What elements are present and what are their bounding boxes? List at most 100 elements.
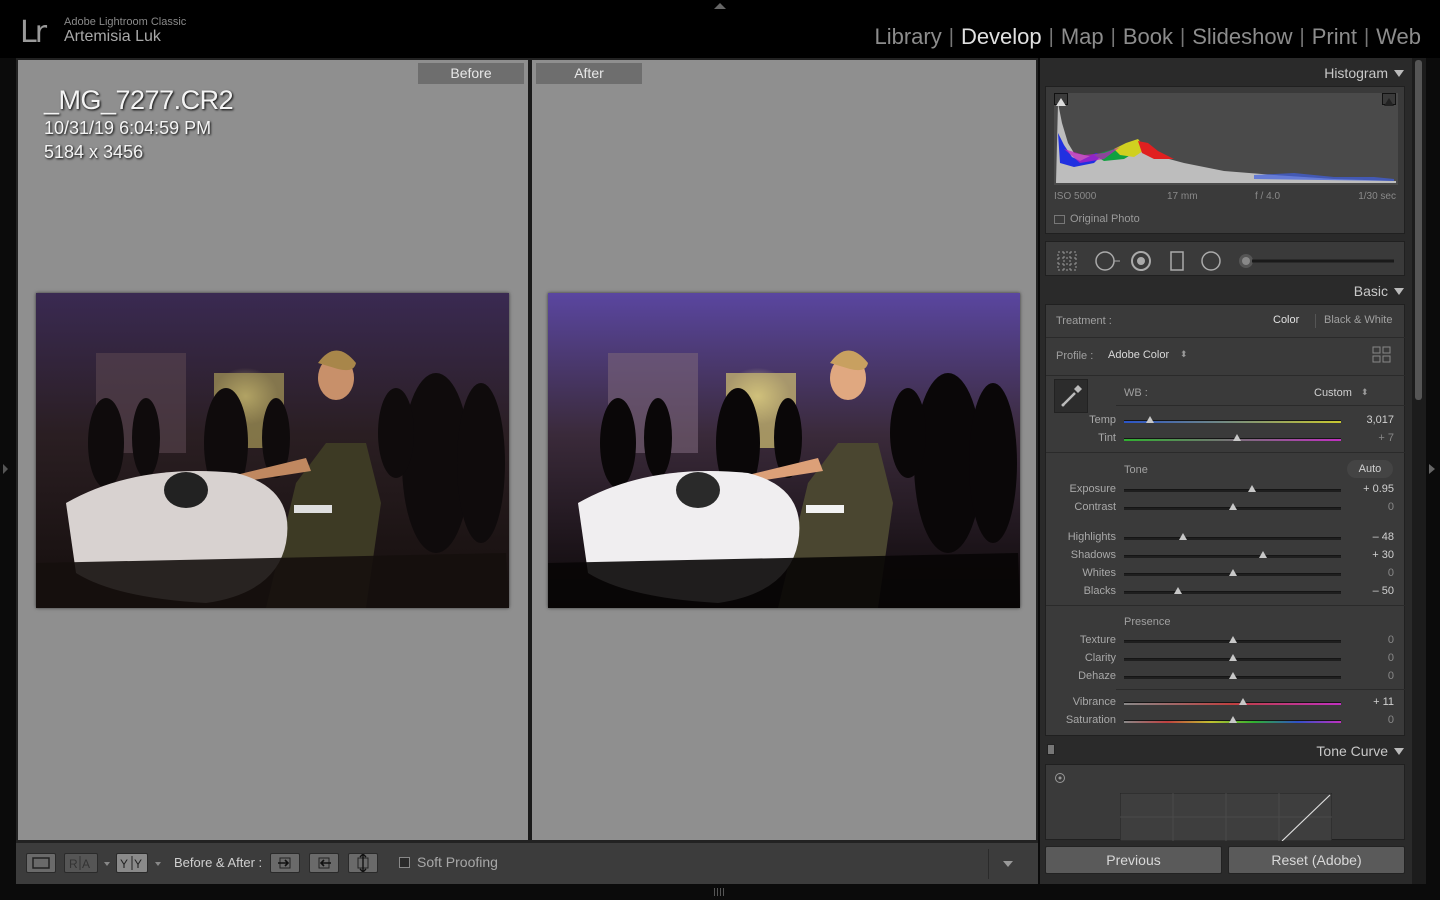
highlights-slider-track[interactable] [1124, 537, 1341, 540]
before-pane[interactable]: Before _MG_7277.CR2 10/31/19 6:04:59 PM … [18, 60, 528, 840]
histogram-graph[interactable] [1054, 93, 1398, 185]
exif-aperture: f / 4.0 [1255, 191, 1281, 202]
treatment-bw-option[interactable]: Black & White [1324, 314, 1392, 326]
radial-filter-icon[interactable] [1200, 250, 1222, 272]
exposure-value[interactable]: + 0.95 [1363, 483, 1394, 495]
contrast-slider-thumb[interactable] [1228, 503, 1237, 510]
expand-left-panel-icon[interactable] [3, 464, 8, 474]
profile-select[interactable]: Adobe Color [1108, 349, 1169, 361]
basic-header[interactable]: Basic [1040, 278, 1412, 304]
crop-overlay-icon[interactable] [1056, 250, 1078, 272]
white-balance-eyedropper-icon[interactable] [1054, 379, 1088, 413]
copy-after-to-before-button[interactable] [309, 853, 339, 873]
histogram-header[interactable]: Histogram [1040, 60, 1412, 86]
dehaze-value[interactable]: 0 [1388, 670, 1394, 682]
clarity-value[interactable]: 0 [1388, 652, 1394, 664]
reset-button[interactable]: Reset (Adobe) [1228, 846, 1405, 874]
module-web[interactable]: Web [1369, 24, 1428, 50]
filmstrip-grip-icon[interactable] [714, 888, 726, 896]
chevron-down-icon[interactable] [155, 862, 161, 866]
info-dimensions: 5184 x 3456 [44, 142, 144, 162]
module-book[interactable]: Book [1116, 24, 1180, 50]
dehaze-slider-thumb[interactable] [1228, 672, 1237, 679]
swap-before-after-button[interactable] [348, 853, 378, 873]
blacks-slider-track[interactable] [1124, 591, 1341, 594]
shadows-slider-track[interactable] [1124, 555, 1341, 558]
module-map[interactable]: Map [1054, 24, 1111, 50]
texture-slider-thumb[interactable] [1228, 636, 1237, 643]
chevron-down-icon[interactable] [104, 862, 110, 866]
exposure-slider-thumb[interactable] [1248, 485, 1257, 492]
module-slideshow[interactable]: Slideshow [1185, 24, 1299, 50]
soft-proofing-checkbox[interactable] [399, 857, 410, 868]
before-after-left-right-button[interactable]: RA [64, 853, 98, 873]
scrollbar-thumb[interactable] [1415, 60, 1422, 400]
saturation-slider-thumb[interactable] [1228, 716, 1237, 723]
exif-iso: ISO 5000 [1054, 191, 1097, 202]
graduated-filter-icon[interactable] [1166, 250, 1188, 272]
module-library[interactable]: Library [867, 24, 948, 50]
after-photo[interactable] [548, 293, 1020, 608]
highlight-clipping-toggle[interactable] [1382, 93, 1396, 106]
tint-value[interactable]: + 7 [1378, 432, 1394, 444]
tint-slider-thumb[interactable] [1232, 434, 1241, 441]
clarity-slider-thumb[interactable] [1228, 654, 1237, 661]
highlights-value[interactable]: – 48 [1373, 531, 1394, 543]
after-pane[interactable]: After [532, 60, 1038, 840]
module-picker: Library | Develop | Map | Book | Slidesh… [867, 24, 1428, 50]
temp-value[interactable]: 3,017 [1366, 414, 1394, 426]
treatment-color-option[interactable]: Color [1273, 314, 1299, 326]
blacks-label: Blacks [1083, 585, 1116, 597]
module-develop[interactable]: Develop [954, 24, 1049, 50]
vibrance-slider-thumb[interactable] [1239, 698, 1248, 705]
red-eye-icon[interactable] [1130, 250, 1152, 272]
before-photo[interactable] [36, 293, 509, 608]
wb-select[interactable]: Custom [1314, 387, 1352, 399]
shadows-slider-thumb[interactable] [1258, 551, 1267, 558]
divider [1046, 337, 1406, 338]
collapse-triangle-icon[interactable] [1394, 748, 1404, 755]
exposure-slider-track[interactable] [1124, 489, 1341, 492]
before-after-mode-button[interactable]: YY [116, 853, 148, 873]
collapse-top-panel-icon[interactable] [714, 3, 726, 9]
right-panel-scrollbar[interactable] [1412, 58, 1426, 884]
collapse-right-panel-icon[interactable] [1429, 464, 1435, 474]
profile-browser-grid-icon[interactable] [1372, 346, 1392, 369]
whites-label: Whites [1082, 567, 1116, 579]
chevron-updown-icon[interactable]: ⬍ [1180, 349, 1188, 360]
collapse-triangle-icon[interactable] [1394, 70, 1404, 77]
panel-switch-icon[interactable] [1047, 744, 1055, 755]
vibrance-slider-track[interactable] [1124, 702, 1341, 705]
blacks-slider-thumb[interactable] [1174, 587, 1183, 594]
whites-slider-thumb[interactable] [1228, 569, 1237, 576]
collapse-triangle-icon[interactable] [1394, 288, 1404, 295]
blacks-value[interactable]: – 50 [1373, 585, 1394, 597]
tone-curve-title: Tone Curve [1316, 743, 1388, 759]
adjustment-brush-icon[interactable] [1236, 250, 1396, 272]
temp-slider-thumb[interactable] [1146, 416, 1155, 423]
tone-curve-header[interactable]: Tone Curve [1040, 738, 1412, 764]
loupe-view-button[interactable] [26, 853, 56, 873]
temp-slider-track[interactable] [1124, 420, 1341, 423]
shadows-slider-row: Shadows + 30 [1046, 547, 1406, 565]
original-photo-checkbox[interactable] [1054, 215, 1065, 224]
saturation-value[interactable]: 0 [1388, 714, 1394, 726]
tone-curve-graph[interactable] [1120, 793, 1332, 841]
vibrance-value[interactable]: + 11 [1373, 696, 1394, 708]
spot-removal-icon[interactable] [1094, 250, 1122, 272]
highlights-slider-thumb[interactable] [1178, 533, 1187, 540]
right-panel: Histogram ISO 5000 17 mm f / 4.0 1/30 se… [1040, 58, 1412, 884]
toolbar-options-chevron-icon[interactable] [1002, 857, 1014, 869]
auto-tone-button[interactable]: Auto [1347, 460, 1393, 478]
contrast-value[interactable]: 0 [1388, 501, 1394, 513]
shadows-value[interactable]: + 30 [1372, 549, 1394, 561]
copy-before-to-after-button[interactable] [270, 853, 300, 873]
previous-button[interactable]: Previous [1045, 846, 1222, 874]
chevron-updown-icon[interactable]: ⬍ [1361, 387, 1369, 398]
module-print[interactable]: Print [1305, 24, 1364, 50]
shadow-clipping-toggle[interactable] [1054, 93, 1068, 106]
info-filename: _MG_7277.CR2 [44, 85, 234, 115]
whites-value[interactable]: 0 [1388, 567, 1394, 579]
targeted-adjustment-icon[interactable] [1054, 771, 1066, 789]
texture-value[interactable]: 0 [1388, 634, 1394, 646]
